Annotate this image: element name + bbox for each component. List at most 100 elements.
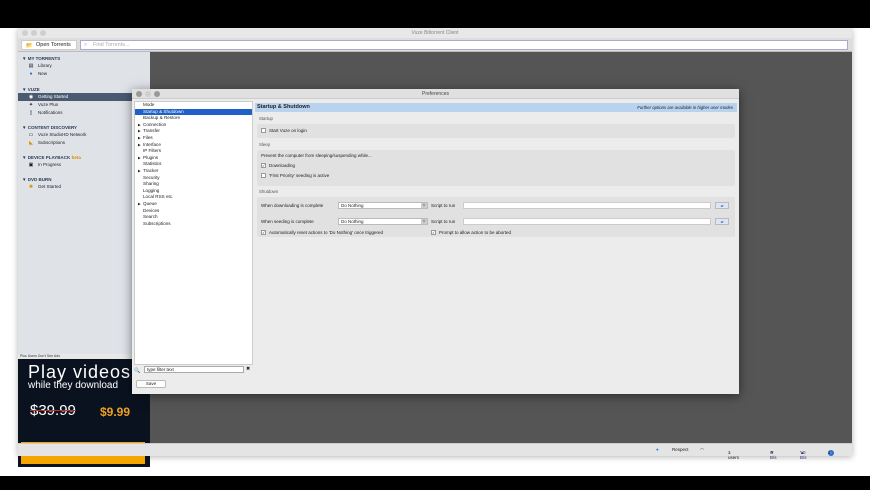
tree-item[interactable]: Startup & Shutdown — [135, 108, 252, 116]
search-placeholder: Find Torrents... — [93, 42, 130, 48]
filter-input[interactable]: type filter text — [144, 366, 244, 373]
sidebar-item-vuze-plus[interactable]: ✦ Vuze Plus — [18, 101, 150, 109]
respect-status[interactable]: Respect — [672, 447, 689, 452]
tree-item-label: Queue — [143, 200, 157, 206]
tree-item-label: Interface — [143, 141, 161, 147]
prompt-abort-checkbox[interactable]: ✓ Prompt to allow action to be aborted — [431, 230, 511, 236]
section-my-torrents[interactable]: ▼ MY TORRENTS — [18, 55, 150, 62]
tree-item[interactable]: Statistics — [135, 161, 252, 168]
section-vuze[interactable]: ▼ VUZE — [18, 86, 150, 93]
status-bar: ● Respect ◠ ◌ 1 users ▼ 0 B/s ▲ * 0 B/s … — [18, 443, 852, 460]
sidebar-item-notifications[interactable]: ▯ Notifications — [18, 109, 150, 117]
folder-icon: 📂 — [26, 43, 33, 49]
expand-arrow-icon[interactable]: ▶ — [138, 142, 141, 149]
tv-icon: ▭ — [28, 132, 34, 138]
preferences-dialog: Preferences Mode Startup & Shutdown Backup… — [132, 89, 739, 394]
tree-item-label: IP Filters — [143, 148, 162, 154]
open-torrents-label: Open Torrents — [36, 42, 71, 48]
expand-arrow-icon[interactable]: ▶ — [138, 122, 141, 129]
library-icon: ▤ — [28, 63, 34, 69]
tree-item-label: Statistics — [143, 161, 162, 167]
tree-item[interactable]: ▶ Plugins — [135, 155, 252, 162]
tree-item[interactable]: Sharing — [135, 181, 252, 188]
shutdown-group-label: Shutdown — [259, 189, 279, 194]
open-torrents-button[interactable]: 📂 Open Torrents — [21, 40, 77, 50]
panel-header: Startup & Shutdown Further options are av… — [255, 103, 737, 112]
device-icon: ▣ — [28, 162, 34, 168]
tree-item[interactable]: Mode — [135, 102, 252, 109]
sidebar-item-dvd-get-started[interactable]: ✺ Get Started — [18, 183, 150, 191]
sidebar-item-new[interactable]: ● New — [18, 70, 150, 78]
tree-item-label: Logging — [143, 187, 160, 193]
sidebar-item-in-progress[interactable]: ▣ In Progress — [18, 161, 150, 169]
tree-item[interactable]: Backup & Restore — [135, 115, 252, 122]
tree-item-label: Files — [143, 134, 153, 140]
clear-filter-icon[interactable]: ✖ — [246, 366, 250, 372]
save-button[interactable]: Save — [136, 380, 166, 388]
expand-arrow-icon[interactable]: ▶ — [138, 201, 141, 208]
tree-item-label: Local RSS etc. — [143, 194, 174, 200]
sidebar-item-getting-started[interactable]: ◉ Getting Started — [18, 93, 150, 101]
expand-arrow-icon[interactable]: ▶ — [138, 135, 141, 142]
section-content-discovery[interactable]: ▼ CONTENT DISCOVERY — [18, 124, 150, 131]
tree-item[interactable]: ▶ Transfer — [135, 128, 252, 135]
expand-arrow-icon[interactable]: ▶ — [138, 128, 141, 135]
browse-folder-icon[interactable]: ▰ — [715, 202, 729, 209]
tree-item-label: Security — [143, 174, 160, 180]
tree-item[interactable]: ▶ Tracker — [135, 168, 252, 175]
tree-item-label: Startup & Shutdown — [143, 108, 184, 114]
tree-item[interactable]: IP Filters — [135, 148, 252, 155]
downloading-checkbox[interactable]: ✓ Downloading — [261, 163, 295, 169]
download-script-input[interactable] — [463, 202, 711, 209]
tree-item[interactable]: Security — [135, 175, 252, 182]
tree-item[interactable]: Local RSS etc. — [135, 194, 252, 201]
screen-top-bar — [0, 0, 870, 28]
browse-folder-icon[interactable]: ▰ — [715, 218, 729, 225]
sidebar-item-studiohd[interactable]: ▭ Vuze StudioHD Network — [18, 131, 150, 139]
sleep-description: Prevent the computer from sleeping/suspe… — [261, 153, 372, 158]
window-title: Vuze Bittorrent Client — [411, 30, 459, 36]
downloading-action-select[interactable]: Do Nothing ⇕ — [338, 202, 428, 209]
tree-item[interactable]: Subscriptions — [135, 221, 252, 228]
dialog-window-controls[interactable] — [136, 91, 163, 99]
auto-reset-checkbox[interactable]: ✓ Automatically reset actions to 'Do Noth… — [261, 230, 383, 236]
tree-item[interactable]: ▶ Interface — [135, 142, 252, 149]
when-downloading-label: When downloading is complete — [261, 203, 324, 208]
tree-item-label: Transfer — [143, 128, 160, 134]
tree-item[interactable]: ▶ Queue — [135, 201, 252, 208]
tree-item-label: Sharing — [143, 181, 159, 187]
seeding-action-select[interactable]: Do Nothing ⇕ — [338, 218, 428, 225]
start-on-login-checkbox[interactable]: Start Vuze on login — [261, 128, 307, 134]
tree-item[interactable]: ▶ Files — [135, 135, 252, 142]
section-dvd-burn[interactable]: ▼ DVD BURN — [18, 176, 150, 183]
header-note: Further options are available in higher … — [637, 105, 733, 110]
tree-item[interactable]: Logging — [135, 188, 252, 195]
dvd-icon: ✺ — [28, 184, 34, 190]
tree-item-label: Mode — [143, 102, 155, 107]
chevron-down-icon: ⇕ — [421, 203, 427, 208]
toolbar: 📂 Open Torrents ⌕ Find Torrents... — [18, 38, 852, 52]
section-device-playback[interactable]: ▼ DEVICE PLAYBACK beta — [18, 154, 150, 161]
shutdown-group: When downloading is complete Do Nothing ⇕… — [257, 197, 735, 237]
vuze-plus-icon: ✦ — [28, 102, 34, 108]
sleep-group: Prevent the computer from sleeping/suspe… — [257, 150, 735, 186]
script-label-seed: Script to run — [431, 219, 456, 224]
first-priority-checkbox[interactable]: 'First Priority' seeding is active — [261, 173, 329, 179]
expand-arrow-icon[interactable]: ▶ — [138, 155, 141, 162]
expand-arrow-icon[interactable]: ▶ — [138, 168, 141, 175]
startup-group-label: Startup — [259, 116, 273, 121]
tree-item-label: Tracker — [143, 167, 159, 173]
seed-script-input[interactable] — [463, 218, 711, 225]
notifications-icon: ▯ — [29, 110, 33, 116]
tree-item[interactable]: Devices — [135, 208, 252, 215]
tree-item-label: Subscriptions — [143, 220, 171, 226]
sidebar-item-library[interactable]: ▤ Library — [18, 62, 150, 70]
rss-icon: ◣ — [29, 140, 33, 146]
info-icon[interactable]: ● — [656, 447, 659, 452]
tree-item[interactable]: ▶ Connection — [135, 122, 252, 129]
find-torrents-input[interactable]: ⌕ Find Torrents... — [80, 40, 848, 50]
preferences-panel: Startup & Shutdown Further options are av… — [255, 103, 737, 392]
ad-old-price: $39.99 — [30, 402, 76, 419]
sidebar-item-subscriptions[interactable]: ◣ Subscriptions — [18, 139, 150, 147]
tree-item[interactable]: Search — [135, 214, 252, 221]
